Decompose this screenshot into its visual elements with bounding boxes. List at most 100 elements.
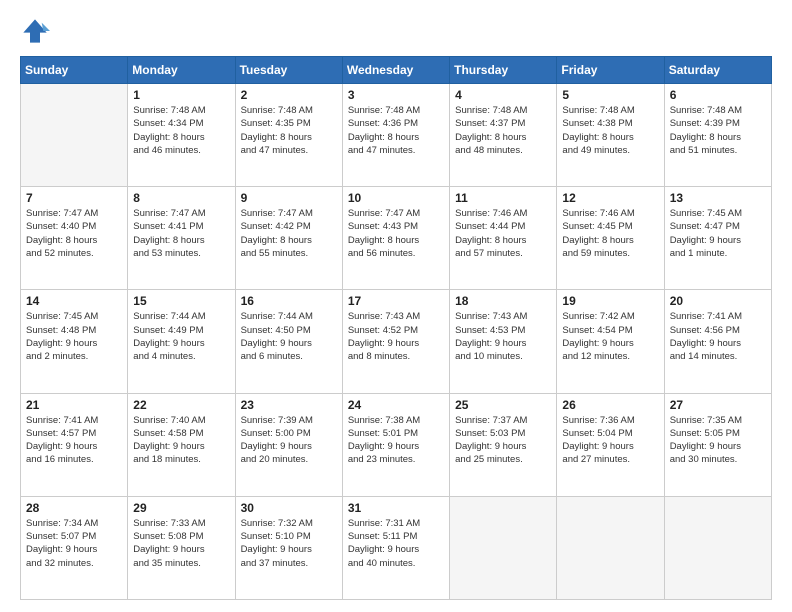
- day-info: Sunrise: 7:35 AMSunset: 5:05 PMDaylight:…: [670, 414, 766, 467]
- calendar-cell: 9 Sunrise: 7:47 AMSunset: 4:42 PMDaylight…: [235, 187, 342, 290]
- calendar-cell: 27 Sunrise: 7:35 AMSunset: 5:05 PMDayligh…: [664, 393, 771, 496]
- weekday-header-thursday: Thursday: [450, 57, 557, 84]
- calendar-cell: 23 Sunrise: 7:39 AMSunset: 5:00 PMDayligh…: [235, 393, 342, 496]
- calendar-cell: [557, 496, 664, 599]
- day-number: 21: [26, 398, 122, 412]
- calendar-cell: 2 Sunrise: 7:48 AMSunset: 4:35 PMDaylight…: [235, 84, 342, 187]
- day-info: Sunrise: 7:45 AMSunset: 4:48 PMDaylight:…: [26, 310, 122, 363]
- calendar-cell: 1 Sunrise: 7:48 AMSunset: 4:34 PMDaylight…: [128, 84, 235, 187]
- calendar-cell: 7 Sunrise: 7:47 AMSunset: 4:40 PMDaylight…: [21, 187, 128, 290]
- week-row-4: 28Sunrise: 7:34 AMSunset: 5:07 PMDayligh…: [21, 496, 772, 599]
- calendar-cell: 13Sunrise: 7:45 AMSunset: 4:47 PMDayligh…: [664, 187, 771, 290]
- day-info: Sunrise: 7:38 AMSunset: 5:01 PMDaylight:…: [348, 414, 444, 467]
- day-info: Sunrise: 7:41 AMSunset: 4:57 PMDaylight:…: [26, 414, 122, 467]
- day-number: 26: [562, 398, 658, 412]
- calendar-cell: 21 Sunrise: 7:41 AMSunset: 4:57 PMDayligh…: [21, 393, 128, 496]
- day-number: 24: [348, 398, 444, 412]
- logo-icon: [20, 16, 50, 46]
- calendar-cell: 31Sunrise: 7:31 AMSunset: 5:11 PMDayligh…: [342, 496, 449, 599]
- day-info: Sunrise: 7:44 AMSunset: 4:49 PMDaylight:…: [133, 310, 229, 363]
- weekday-header-tuesday: Tuesday: [235, 57, 342, 84]
- day-number: 18: [455, 294, 551, 308]
- weekday-header-monday: Monday: [128, 57, 235, 84]
- day-number: 19: [562, 294, 658, 308]
- calendar-cell: 24 Sunrise: 7:38 AMSunset: 5:01 PMDayligh…: [342, 393, 449, 496]
- day-number: 27: [670, 398, 766, 412]
- day-number: 12: [562, 191, 658, 205]
- day-info: Sunrise: 7:37 AMSunset: 5:03 PMDaylight:…: [455, 414, 551, 467]
- day-info: Sunrise: 7:41 AMSunset: 4:56 PMDaylight:…: [670, 310, 766, 363]
- day-info: Sunrise: 7:46 AMSunset: 4:44 PMDaylight:…: [455, 207, 551, 260]
- day-number: 10: [348, 191, 444, 205]
- day-info: Sunrise: 7:40 AMSunset: 4:58 PMDaylight:…: [133, 414, 229, 467]
- calendar-cell: 5Sunrise: 7:48 AMSunset: 4:38 PMDaylight…: [557, 84, 664, 187]
- weekday-header-sunday: Sunday: [21, 57, 128, 84]
- week-row-1: 7 Sunrise: 7:47 AMSunset: 4:40 PMDaylight…: [21, 187, 772, 290]
- calendar-cell: 11 Sunrise: 7:46 AMSunset: 4:44 PMDayligh…: [450, 187, 557, 290]
- day-number: 6: [670, 88, 766, 102]
- calendar-cell: 17 Sunrise: 7:43 AMSunset: 4:52 PMDayligh…: [342, 290, 449, 393]
- day-number: 5: [562, 88, 658, 102]
- calendar-cell: 29 Sunrise: 7:33 AMSunset: 5:08 PMDayligh…: [128, 496, 235, 599]
- day-info: Sunrise: 7:48 AMSunset: 4:34 PMDaylight:…: [133, 104, 229, 157]
- day-info: Sunrise: 7:32 AMSunset: 5:10 PMDaylight:…: [241, 517, 337, 570]
- day-number: 8: [133, 191, 229, 205]
- day-number: 15: [133, 294, 229, 308]
- day-number: 30: [241, 501, 337, 515]
- calendar-cell: 14 Sunrise: 7:45 AMSunset: 4:48 PMDayligh…: [21, 290, 128, 393]
- day-info: Sunrise: 7:33 AMSunset: 5:08 PMDaylight:…: [133, 517, 229, 570]
- day-number: 13: [670, 191, 766, 205]
- day-number: 22: [133, 398, 229, 412]
- weekday-header-row: SundayMondayTuesdayWednesdayThursdayFrid…: [21, 57, 772, 84]
- day-number: 11: [455, 191, 551, 205]
- calendar-cell: 16 Sunrise: 7:44 AMSunset: 4:50 PMDayligh…: [235, 290, 342, 393]
- calendar-cell: 30 Sunrise: 7:32 AMSunset: 5:10 PMDayligh…: [235, 496, 342, 599]
- calendar-cell: 15 Sunrise: 7:44 AMSunset: 4:49 PMDayligh…: [128, 290, 235, 393]
- day-number: 29: [133, 501, 229, 515]
- calendar-cell: 10 Sunrise: 7:47 AMSunset: 4:43 PMDayligh…: [342, 187, 449, 290]
- calendar-cell: 20 Sunrise: 7:41 AMSunset: 4:56 PMDayligh…: [664, 290, 771, 393]
- logo: [20, 16, 54, 46]
- calendar-cell: 6 Sunrise: 7:48 AMSunset: 4:39 PMDaylight…: [664, 84, 771, 187]
- day-number: 1: [133, 88, 229, 102]
- calendar-cell: 8Sunrise: 7:47 AMSunset: 4:41 PMDaylight…: [128, 187, 235, 290]
- day-number: 9: [241, 191, 337, 205]
- day-number: 7: [26, 191, 122, 205]
- day-info: Sunrise: 7:39 AMSunset: 5:00 PMDaylight:…: [241, 414, 337, 467]
- calendar-cell: 12 Sunrise: 7:46 AMSunset: 4:45 PMDayligh…: [557, 187, 664, 290]
- weekday-header-saturday: Saturday: [664, 57, 771, 84]
- calendar-cell: 19 Sunrise: 7:42 AMSunset: 4:54 PMDayligh…: [557, 290, 664, 393]
- week-row-3: 21 Sunrise: 7:41 AMSunset: 4:57 PMDayligh…: [21, 393, 772, 496]
- day-info: Sunrise: 7:47 AMSunset: 4:42 PMDaylight:…: [241, 207, 337, 260]
- day-info: Sunrise: 7:46 AMSunset: 4:45 PMDaylight:…: [562, 207, 658, 260]
- calendar-cell: 26 Sunrise: 7:36 AMSunset: 5:04 PMDayligh…: [557, 393, 664, 496]
- day-info: Sunrise: 7:31 AMSunset: 5:11 PMDaylight:…: [348, 517, 444, 570]
- calendar-cell: [21, 84, 128, 187]
- weekday-header-wednesday: Wednesday: [342, 57, 449, 84]
- calendar-cell: 3Sunrise: 7:48 AMSunset: 4:36 PMDaylight…: [342, 84, 449, 187]
- calendar-cell: 22 Sunrise: 7:40 AMSunset: 4:58 PMDayligh…: [128, 393, 235, 496]
- weekday-header-friday: Friday: [557, 57, 664, 84]
- calendar-cell: 18 Sunrise: 7:43 AMSunset: 4:53 PMDayligh…: [450, 290, 557, 393]
- day-number: 28: [26, 501, 122, 515]
- day-info: Sunrise: 7:48 AMSunset: 4:35 PMDaylight:…: [241, 104, 337, 157]
- day-info: Sunrise: 7:47 AMSunset: 4:40 PMDaylight:…: [26, 207, 122, 260]
- calendar-cell: 4Sunrise: 7:48 AMSunset: 4:37 PMDaylight…: [450, 84, 557, 187]
- day-info: Sunrise: 7:47 AMSunset: 4:43 PMDaylight:…: [348, 207, 444, 260]
- day-number: 23: [241, 398, 337, 412]
- day-number: 25: [455, 398, 551, 412]
- day-number: 14: [26, 294, 122, 308]
- day-info: Sunrise: 7:43 AMSunset: 4:52 PMDaylight:…: [348, 310, 444, 363]
- day-info: Sunrise: 7:43 AMSunset: 4:53 PMDaylight:…: [455, 310, 551, 363]
- day-info: Sunrise: 7:42 AMSunset: 4:54 PMDaylight:…: [562, 310, 658, 363]
- day-info: Sunrise: 7:36 AMSunset: 5:04 PMDaylight:…: [562, 414, 658, 467]
- week-row-0: 1 Sunrise: 7:48 AMSunset: 4:34 PMDaylight…: [21, 84, 772, 187]
- calendar-cell: 28Sunrise: 7:34 AMSunset: 5:07 PMDayligh…: [21, 496, 128, 599]
- day-number: 17: [348, 294, 444, 308]
- day-info: Sunrise: 7:48 AMSunset: 4:39 PMDaylight:…: [670, 104, 766, 157]
- day-info: Sunrise: 7:44 AMSunset: 4:50 PMDaylight:…: [241, 310, 337, 363]
- day-number: 16: [241, 294, 337, 308]
- day-number: 20: [670, 294, 766, 308]
- week-row-2: 14 Sunrise: 7:45 AMSunset: 4:48 PMDayligh…: [21, 290, 772, 393]
- day-number: 2: [241, 88, 337, 102]
